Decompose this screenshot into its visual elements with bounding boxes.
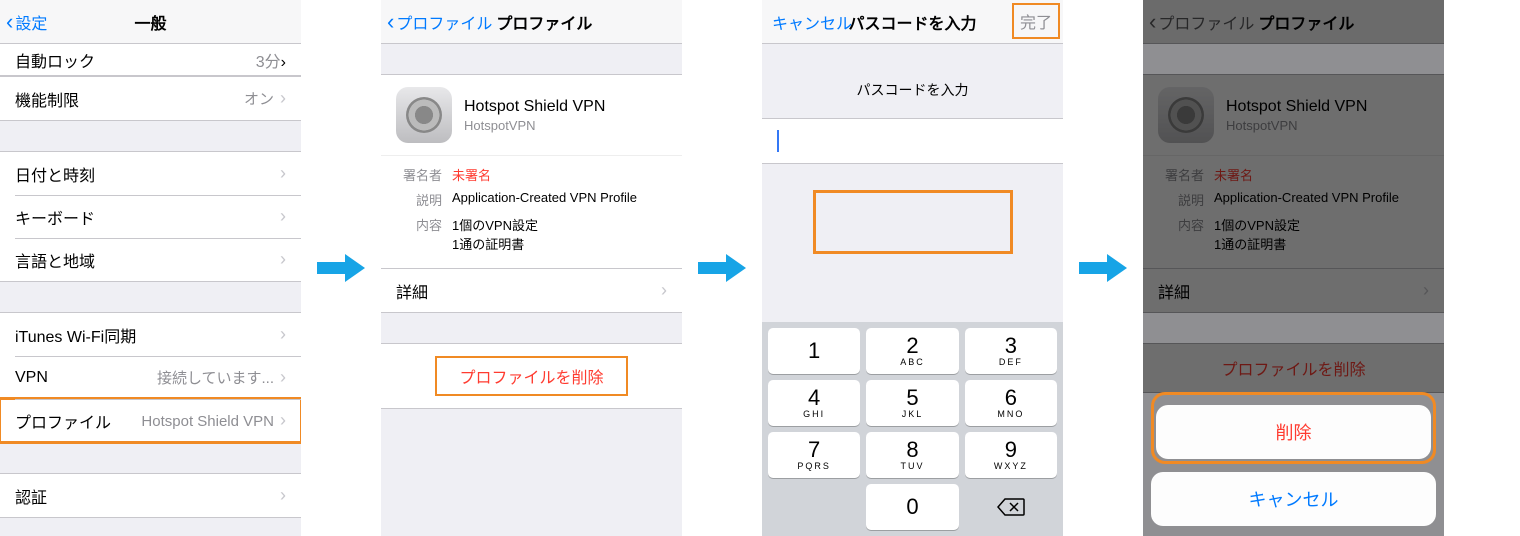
row-restrictions[interactable]: 機能制限 オン› bbox=[0, 77, 301, 120]
chevron-right-icon: › bbox=[280, 249, 286, 270]
screen-general-settings: ‹ 設定 一般 自動ロック 3分› 機能制限 オン› 日付と時刻 › キーボード… bbox=[0, 0, 301, 536]
chevron-left-icon: ‹ bbox=[387, 11, 394, 33]
profile-publisher: HotspotVPN bbox=[464, 118, 605, 133]
numeric-keypad: 1 2ABC 3DEF 4GHI 5JKL 6MNO 7PQRS 8TUV 9W… bbox=[762, 322, 1063, 536]
keypad-backspace[interactable] bbox=[965, 484, 1057, 530]
highlight-box bbox=[813, 190, 1013, 254]
keypad-6[interactable]: 6MNO bbox=[965, 380, 1057, 426]
description-value: Application-Created VPN Profile bbox=[452, 190, 637, 209]
chevron-right-icon: › bbox=[280, 485, 286, 506]
navbar: キャンセル パスコードを入力 完了 bbox=[762, 0, 1063, 44]
screen-passcode-entry: キャンセル パスコードを入力 完了 パスコードを入力 1 2ABC 3DEF 4… bbox=[762, 0, 1063, 536]
delete-profile-button[interactable]: プロファイルを削除 bbox=[381, 344, 682, 408]
chevron-right-icon: › bbox=[280, 88, 286, 108]
row-profile[interactable]: プロファイル Hotspot Shield VPN› bbox=[0, 399, 301, 442]
step-arrow-icon bbox=[1063, 0, 1143, 536]
keypad-3[interactable]: 3DEF bbox=[965, 328, 1057, 374]
signer-value: 未署名 bbox=[452, 165, 491, 184]
row-details[interactable]: 詳細 › bbox=[381, 269, 682, 312]
chevron-right-icon: › bbox=[280, 367, 286, 387]
row-keyboard[interactable]: キーボード › bbox=[0, 195, 301, 238]
row-datetime[interactable]: 日付と時刻 › bbox=[0, 152, 301, 195]
screen-profile-detail: ‹ プロファイル プロファイル Hotspot Shield VPN Hotsp… bbox=[381, 0, 682, 536]
keypad-7[interactable]: 7PQRS bbox=[768, 432, 860, 478]
row-itunes-wifi[interactable]: iTunes Wi-Fi同期 › bbox=[0, 313, 301, 356]
keypad-5[interactable]: 5JKL bbox=[866, 380, 958, 426]
text-cursor bbox=[777, 130, 779, 152]
keypad-1[interactable]: 1 bbox=[768, 328, 860, 374]
confirm-delete-button[interactable]: 削除 bbox=[1156, 405, 1431, 459]
backspace-icon bbox=[997, 497, 1025, 517]
highlight-box: 削除 bbox=[1151, 392, 1436, 464]
row-autolock-partial[interactable]: 自動ロック 3分› bbox=[0, 44, 301, 76]
keypad-8[interactable]: 8TUV bbox=[866, 432, 958, 478]
navbar: ‹ 設定 一般 bbox=[0, 0, 301, 44]
row-vpn[interactable]: VPN 接続しています...› bbox=[0, 356, 301, 399]
row-auth[interactable]: 認証 › bbox=[0, 474, 301, 517]
chevron-right-icon: › bbox=[280, 206, 286, 227]
keypad-2[interactable]: 2ABC bbox=[866, 328, 958, 374]
chevron-right-icon: › bbox=[280, 324, 286, 345]
back-button[interactable]: ‹ 設定 bbox=[0, 10, 47, 34]
back-label: 設定 bbox=[15, 10, 47, 34]
chevron-right-icon: › bbox=[661, 280, 667, 301]
action-sheet: 削除 キャンセル bbox=[1151, 392, 1436, 526]
screen-confirm-delete: ‹ プロファイル プロファイル Hotspot Shield VPN Hotsp… bbox=[1143, 0, 1444, 536]
passcode-input[interactable] bbox=[762, 118, 1063, 164]
profile-meta: 署名者未署名 説明Application-Created VPN Profile… bbox=[381, 155, 682, 268]
navbar: ‹ プロファイル プロファイル bbox=[381, 0, 682, 44]
step-arrow-icon bbox=[682, 0, 762, 536]
keypad-9[interactable]: 9WXYZ bbox=[965, 432, 1057, 478]
chevron-left-icon: ‹ bbox=[6, 11, 13, 33]
chevron-right-icon: › bbox=[280, 410, 286, 430]
profile-name: Hotspot Shield VPN bbox=[464, 98, 605, 116]
keypad-4[interactable]: 4GHI bbox=[768, 380, 860, 426]
done-button[interactable]: 完了 bbox=[1012, 3, 1060, 39]
passcode-prompt: パスコードを入力 bbox=[762, 44, 1063, 118]
row-language[interactable]: 言語と地域 › bbox=[0, 238, 301, 281]
keypad-0[interactable]: 0 bbox=[866, 484, 958, 530]
keypad-blank bbox=[768, 484, 860, 530]
step-arrow-icon bbox=[301, 0, 381, 536]
cancel-button[interactable]: キャンセル bbox=[762, 10, 852, 34]
sheet-cancel-button[interactable]: キャンセル bbox=[1151, 472, 1436, 526]
nav-title: プロファイル bbox=[496, 10, 592, 34]
chevron-right-icon: › bbox=[281, 54, 286, 71]
chevron-right-icon: › bbox=[280, 163, 286, 184]
profile-header: Hotspot Shield VPN HotspotVPN bbox=[381, 75, 682, 155]
back-button[interactable]: ‹ プロファイル bbox=[381, 10, 492, 34]
profile-gear-icon bbox=[396, 87, 452, 143]
